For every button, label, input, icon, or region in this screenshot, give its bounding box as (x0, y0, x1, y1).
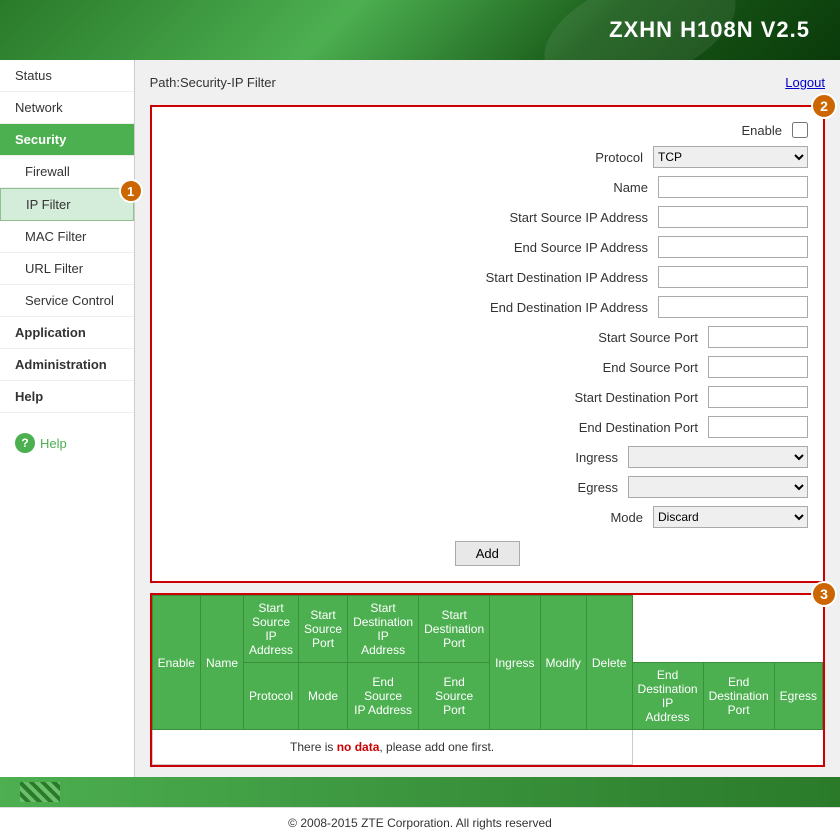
end-source-port-row: End Source Port (167, 356, 808, 378)
end-source-ip-row: End Source IP Address (167, 236, 808, 258)
sidebar-item-security[interactable]: Security (0, 124, 134, 156)
main-wrapper: Status Network Security Firewall IP Filt… (0, 60, 840, 838)
sidebar-item-status[interactable]: Status (0, 60, 134, 92)
badge-2: 2 (811, 93, 837, 119)
ip-filter-label: IP Filter (26, 197, 71, 212)
name-input[interactable] (658, 176, 808, 198)
no-data-row: There is no data, please add one first. (152, 730, 822, 765)
end-source-port-input[interactable] (708, 356, 808, 378)
end-source-port-label: End Source Port (508, 360, 708, 375)
help-icon: ? (15, 433, 35, 453)
protocol-row: Protocol TCP UDP ICMP All (167, 146, 808, 168)
protocol-label: Protocol (453, 150, 653, 165)
sidebar-item-application[interactable]: Application (0, 317, 134, 349)
start-dest-port-input[interactable] (708, 386, 808, 408)
end-dest-ip-row: End Destination IP Address (167, 296, 808, 318)
end-source-ip-label: End Source IP Address (458, 240, 658, 255)
help-section[interactable]: ? Help (0, 413, 134, 473)
end-dest-ip-label: End Destination IP Address (458, 300, 658, 315)
sidebar-item-network[interactable]: Network (0, 92, 134, 124)
end-dest-port-label: End Destination Port (508, 420, 708, 435)
path-bar: Path:Security-IP Filter Logout (150, 70, 825, 95)
start-source-ip-row: Start Source IP Address (167, 206, 808, 228)
mode-row: Mode Discard Accept (167, 506, 808, 528)
enable-label: Enable (592, 123, 792, 138)
protocol-select[interactable]: TCP UDP ICMP All (653, 146, 808, 168)
sidebar-item-service-control[interactable]: Service Control (0, 285, 134, 317)
start-source-port-row: Start Source Port (167, 326, 808, 348)
table-body: There is no data, please add one first. (152, 730, 822, 765)
egress-row: Egress (167, 476, 808, 498)
start-dest-ip-label: Start Destination IP Address (458, 270, 658, 285)
sidebar: Status Network Security Firewall IP Filt… (0, 60, 135, 777)
form-section: 2 Enable Protocol TCP UDP ICMP All (150, 105, 825, 583)
start-dest-ip-row: Start Destination IP Address (167, 266, 808, 288)
egress-label: Egress (428, 480, 628, 495)
path-text: Path:Security-IP Filter (150, 75, 276, 90)
end-dest-ip-input[interactable] (658, 296, 808, 318)
enable-checkbox[interactable] (792, 122, 808, 138)
app-title: ZXHN H108N V2.5 (609, 17, 810, 43)
help-label: Help (40, 436, 67, 451)
sidebar-item-url-filter[interactable]: URL Filter (0, 253, 134, 285)
start-source-port-input[interactable] (708, 326, 808, 348)
start-dest-ip-input[interactable] (658, 266, 808, 288)
ingress-select[interactable] (628, 446, 808, 468)
end-source-ip-input[interactable] (658, 236, 808, 258)
table-section: 3 Enable Name StartSource IPAddress Star… (150, 593, 825, 767)
sidebar-item-ip-filter[interactable]: IP Filter 1 (0, 188, 134, 221)
badge-1: 1 (119, 179, 143, 203)
add-button[interactable]: Add (455, 541, 520, 566)
sidebar-item-administration[interactable]: Administration (0, 349, 134, 381)
start-source-ip-label: Start Source IP Address (458, 210, 658, 225)
no-data-highlight: no data (337, 740, 380, 754)
footer-stripe (20, 782, 60, 802)
end-dest-port-row: End Destination Port (167, 416, 808, 438)
name-label: Name (458, 180, 658, 195)
enable-row: Enable (167, 122, 808, 138)
content-area: Status Network Security Firewall IP Filt… (0, 60, 840, 777)
copyright-bar: © 2008-2015 ZTE Corporation. All rights … (0, 807, 840, 838)
end-dest-port-input[interactable] (708, 416, 808, 438)
main-content: Path:Security-IP Filter Logout 2 Enable … (135, 60, 840, 777)
no-data-cell: There is no data, please add one first. (152, 730, 632, 765)
start-source-port-label: Start Source Port (508, 330, 708, 345)
ingress-row: Ingress (167, 446, 808, 468)
ingress-label: Ingress (428, 450, 628, 465)
footer-bar (0, 777, 840, 807)
copyright-text: © 2008-2015 ZTE Corporation. All rights … (288, 816, 552, 830)
header: ZXHN H108N V2.5 (0, 0, 840, 60)
mode-label: Mode (453, 510, 653, 525)
logout-link[interactable]: Logout (785, 75, 825, 90)
badge-3: 3 (811, 581, 837, 607)
start-dest-port-label: Start Destination Port (508, 390, 708, 405)
sidebar-item-firewall[interactable]: Firewall (0, 156, 134, 188)
start-source-ip-input[interactable] (658, 206, 808, 228)
data-table: Enable Name StartSource IPAddress StartS… (152, 595, 823, 765)
name-row: Name (167, 176, 808, 198)
mode-select[interactable]: Discard Accept (653, 506, 808, 528)
egress-select[interactable] (628, 476, 808, 498)
btn-row: Add (167, 536, 808, 566)
start-dest-port-row: Start Destination Port (167, 386, 808, 408)
sidebar-item-mac-filter[interactable]: MAC Filter (0, 221, 134, 253)
sidebar-item-help[interactable]: Help (0, 381, 134, 413)
